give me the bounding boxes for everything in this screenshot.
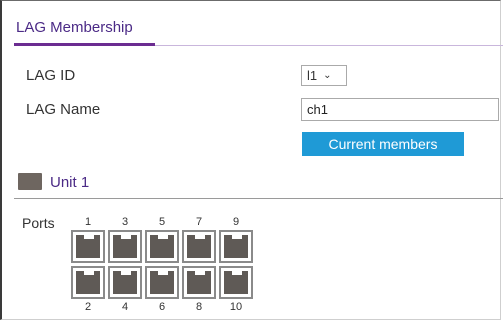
unit-divider (14, 198, 503, 199)
section-divider (155, 45, 503, 46)
port-number: 6 (158, 301, 166, 313)
port-8[interactable] (182, 266, 216, 299)
ethernet-port-icon (224, 271, 248, 294)
port-number: 10 (229, 301, 243, 313)
port-10[interactable] (219, 266, 253, 299)
ethernet-port-icon (187, 235, 211, 258)
port-number: 8 (195, 301, 203, 313)
port-number: 7 (195, 216, 203, 228)
ethernet-port-icon (150, 271, 174, 294)
port-9[interactable] (219, 230, 253, 263)
section-title: LAG Membership (16, 19, 133, 36)
ethernet-port-icon (113, 235, 137, 258)
port-7[interactable] (182, 230, 216, 263)
lag-id-label: LAG ID (26, 67, 76, 84)
port-3[interactable] (108, 230, 142, 263)
ethernet-port-icon (187, 271, 211, 294)
ethernet-port-icon (76, 271, 100, 294)
port-number: 1 (84, 216, 92, 228)
current-members-button[interactable]: Current members (302, 132, 464, 156)
port-4[interactable] (108, 266, 142, 299)
lag-id-select[interactable]: l1 ⌄ (301, 65, 347, 86)
port-6[interactable] (145, 266, 179, 299)
section-title-underline (14, 43, 155, 46)
lag-name-input[interactable]: ch1 (301, 98, 499, 121)
port-number: 4 (121, 301, 129, 313)
ethernet-port-icon (76, 235, 100, 258)
port-number: 5 (158, 216, 166, 228)
chevron-down-icon: ⌄ (323, 70, 332, 81)
lag-name-value: ch1 (307, 102, 328, 117)
lag-name-label: LAG Name (26, 101, 101, 118)
port-number: 9 (232, 216, 240, 228)
port-2[interactable] (71, 266, 105, 299)
port-number: 2 (84, 301, 92, 313)
port-number: 3 (121, 216, 129, 228)
ethernet-port-icon (150, 235, 174, 258)
port-5[interactable] (145, 230, 179, 263)
lag-membership-panel: LAG Membership LAG ID l1 ⌄ LAG Name ch1 … (0, 0, 503, 320)
lag-id-value: l1 (307, 68, 318, 83)
unit-switch-icon (18, 173, 42, 190)
ethernet-port-icon (224, 235, 248, 258)
unit-label: Unit 1 (50, 174, 90, 191)
ports-label: Ports (22, 215, 55, 231)
ethernet-port-icon (113, 271, 137, 294)
port-1[interactable] (71, 230, 105, 263)
